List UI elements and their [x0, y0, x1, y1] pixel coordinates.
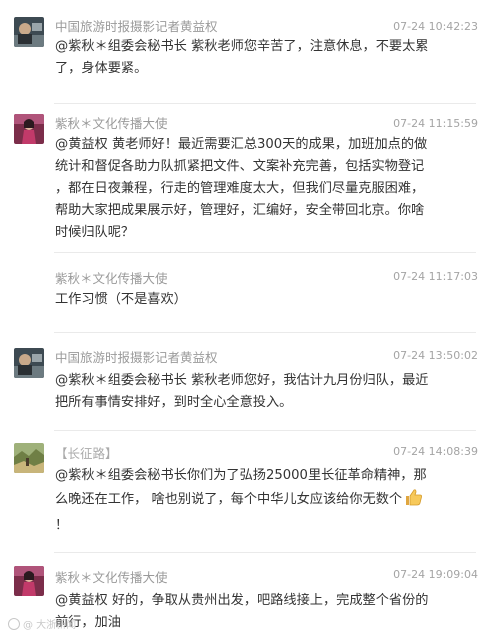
comment-line: 把所有事情安排好，到时全心全意投入。 — [55, 395, 293, 410]
comment-author[interactable]: 中国旅游时报摄影记者黄益权 — [55, 19, 218, 35]
divider — [54, 430, 476, 431]
topic-name[interactable]: 【长征路】 — [55, 446, 118, 461]
watermark-icon — [8, 617, 20, 630]
comment-time: 07-24 19:09:04 — [393, 568, 478, 581]
comment-time: 07-24 14:08:39 — [393, 445, 478, 458]
portrait-photo-avatar[interactable] — [14, 348, 44, 378]
comment-time: 07-24 10:42:23 — [393, 20, 478, 33]
comment-author[interactable]: 紫秋＊文化传播大使 — [55, 570, 168, 586]
divider — [54, 552, 476, 553]
comment-line: @黄益权 好的，争取从贵州出发，吧路线接上，完成整个省份的 — [55, 593, 429, 608]
comment-body: @紫秋＊组委会秘书长你们为了弘扬25000里长征革命精神，那 么晚还在工作， 啥… — [55, 465, 465, 537]
divider — [54, 252, 476, 253]
comment-time: 07-24 13:50:02 — [393, 349, 478, 362]
comment-line: ，都在日夜兼程，行走的管理难度太大，但我们尽量克服困难， — [55, 181, 425, 196]
comment-body: @紫秋＊组委会秘书长 紫秋老师您辛苦了，注意休息，不要太累 了，身体要紧。 — [55, 36, 465, 80]
comment-line: @紫秋＊组委会秘书长你们为了弘扬25000里长征革命精神，那 — [55, 468, 427, 483]
comment-body: @黄益权 黄老师好！最近需要汇总300天的成果，加班加点的做 统计和督促各助力队… — [55, 134, 465, 244]
thumbs-up-icon — [404, 487, 424, 515]
comment-line: 时候归队呢？ — [55, 225, 135, 240]
comment-line: ！ — [55, 518, 69, 533]
landscape-photo-avatar[interactable] — [14, 443, 44, 473]
comment-author[interactable]: 【长征路】 — [55, 446, 118, 462]
comment-author[interactable]: 紫秋＊文化传播大使 — [55, 271, 168, 287]
comment-author[interactable]: 中国旅游时报摄影记者黄益权 — [55, 350, 218, 366]
comment-line: 工作习惯（不是喜欢） — [55, 292, 187, 307]
comment-line: 前行，加油 — [55, 615, 121, 630]
portrait-photo-avatar[interactable] — [14, 17, 44, 47]
comment-body: @紫秋＊组委会秘书长 紫秋老师您好，我估计九月份归队，最近 把所有事情安排好，到… — [55, 370, 465, 414]
divider — [54, 332, 476, 333]
divider — [54, 103, 476, 104]
comment-line: 么晚还在工作， 啥也别说了，每个中华儿女应该给你无数个 — [55, 487, 465, 515]
comment-line: 了，身体要紧。 — [55, 61, 148, 76]
comment-line: 帮助大家把成果展示好，管理好，汇编好，安全带回北京。你啥 — [55, 203, 425, 218]
comment-body: 工作习惯（不是喜欢） — [55, 289, 465, 311]
comment-line: @紫秋＊组委会秘书长 紫秋老师您好，我估计九月份归队，最近 — [55, 373, 429, 388]
woman-photo-avatar[interactable] — [14, 566, 44, 596]
comment-line: @黄益权 黄老师好！最近需要汇总300天的成果，加班加点的做 — [55, 137, 428, 152]
comment-time: 07-24 11:15:59 — [393, 117, 478, 130]
comment-item: 中国旅游时报摄影记者黄益权 07-24 10:42:23 @紫秋＊组委会秘书长 … — [0, 0, 496, 76]
comment-line: @紫秋＊组委会秘书长 紫秋老师您辛苦了，注意休息，不要太累 — [55, 39, 429, 54]
comment-time: 07-24 11:17:03 — [393, 270, 478, 283]
comment-author[interactable]: 紫秋＊文化传播大使 — [55, 116, 168, 132]
comment-thread: 中国旅游时报摄影记者黄益权 07-24 10:42:23 @紫秋＊组委会秘书长 … — [0, 0, 496, 637]
watermark: @ 大浙新闻 — [8, 616, 76, 631]
comment-line: 统计和督促各助力队抓紧把文件、文案补充完善，包括实物登记 — [55, 159, 425, 174]
comment-body: @黄益权 好的，争取从贵州出发，吧路线接上，完成整个省份的 前行，加油 — [55, 590, 465, 634]
woman-photo-avatar[interactable] — [14, 114, 44, 144]
